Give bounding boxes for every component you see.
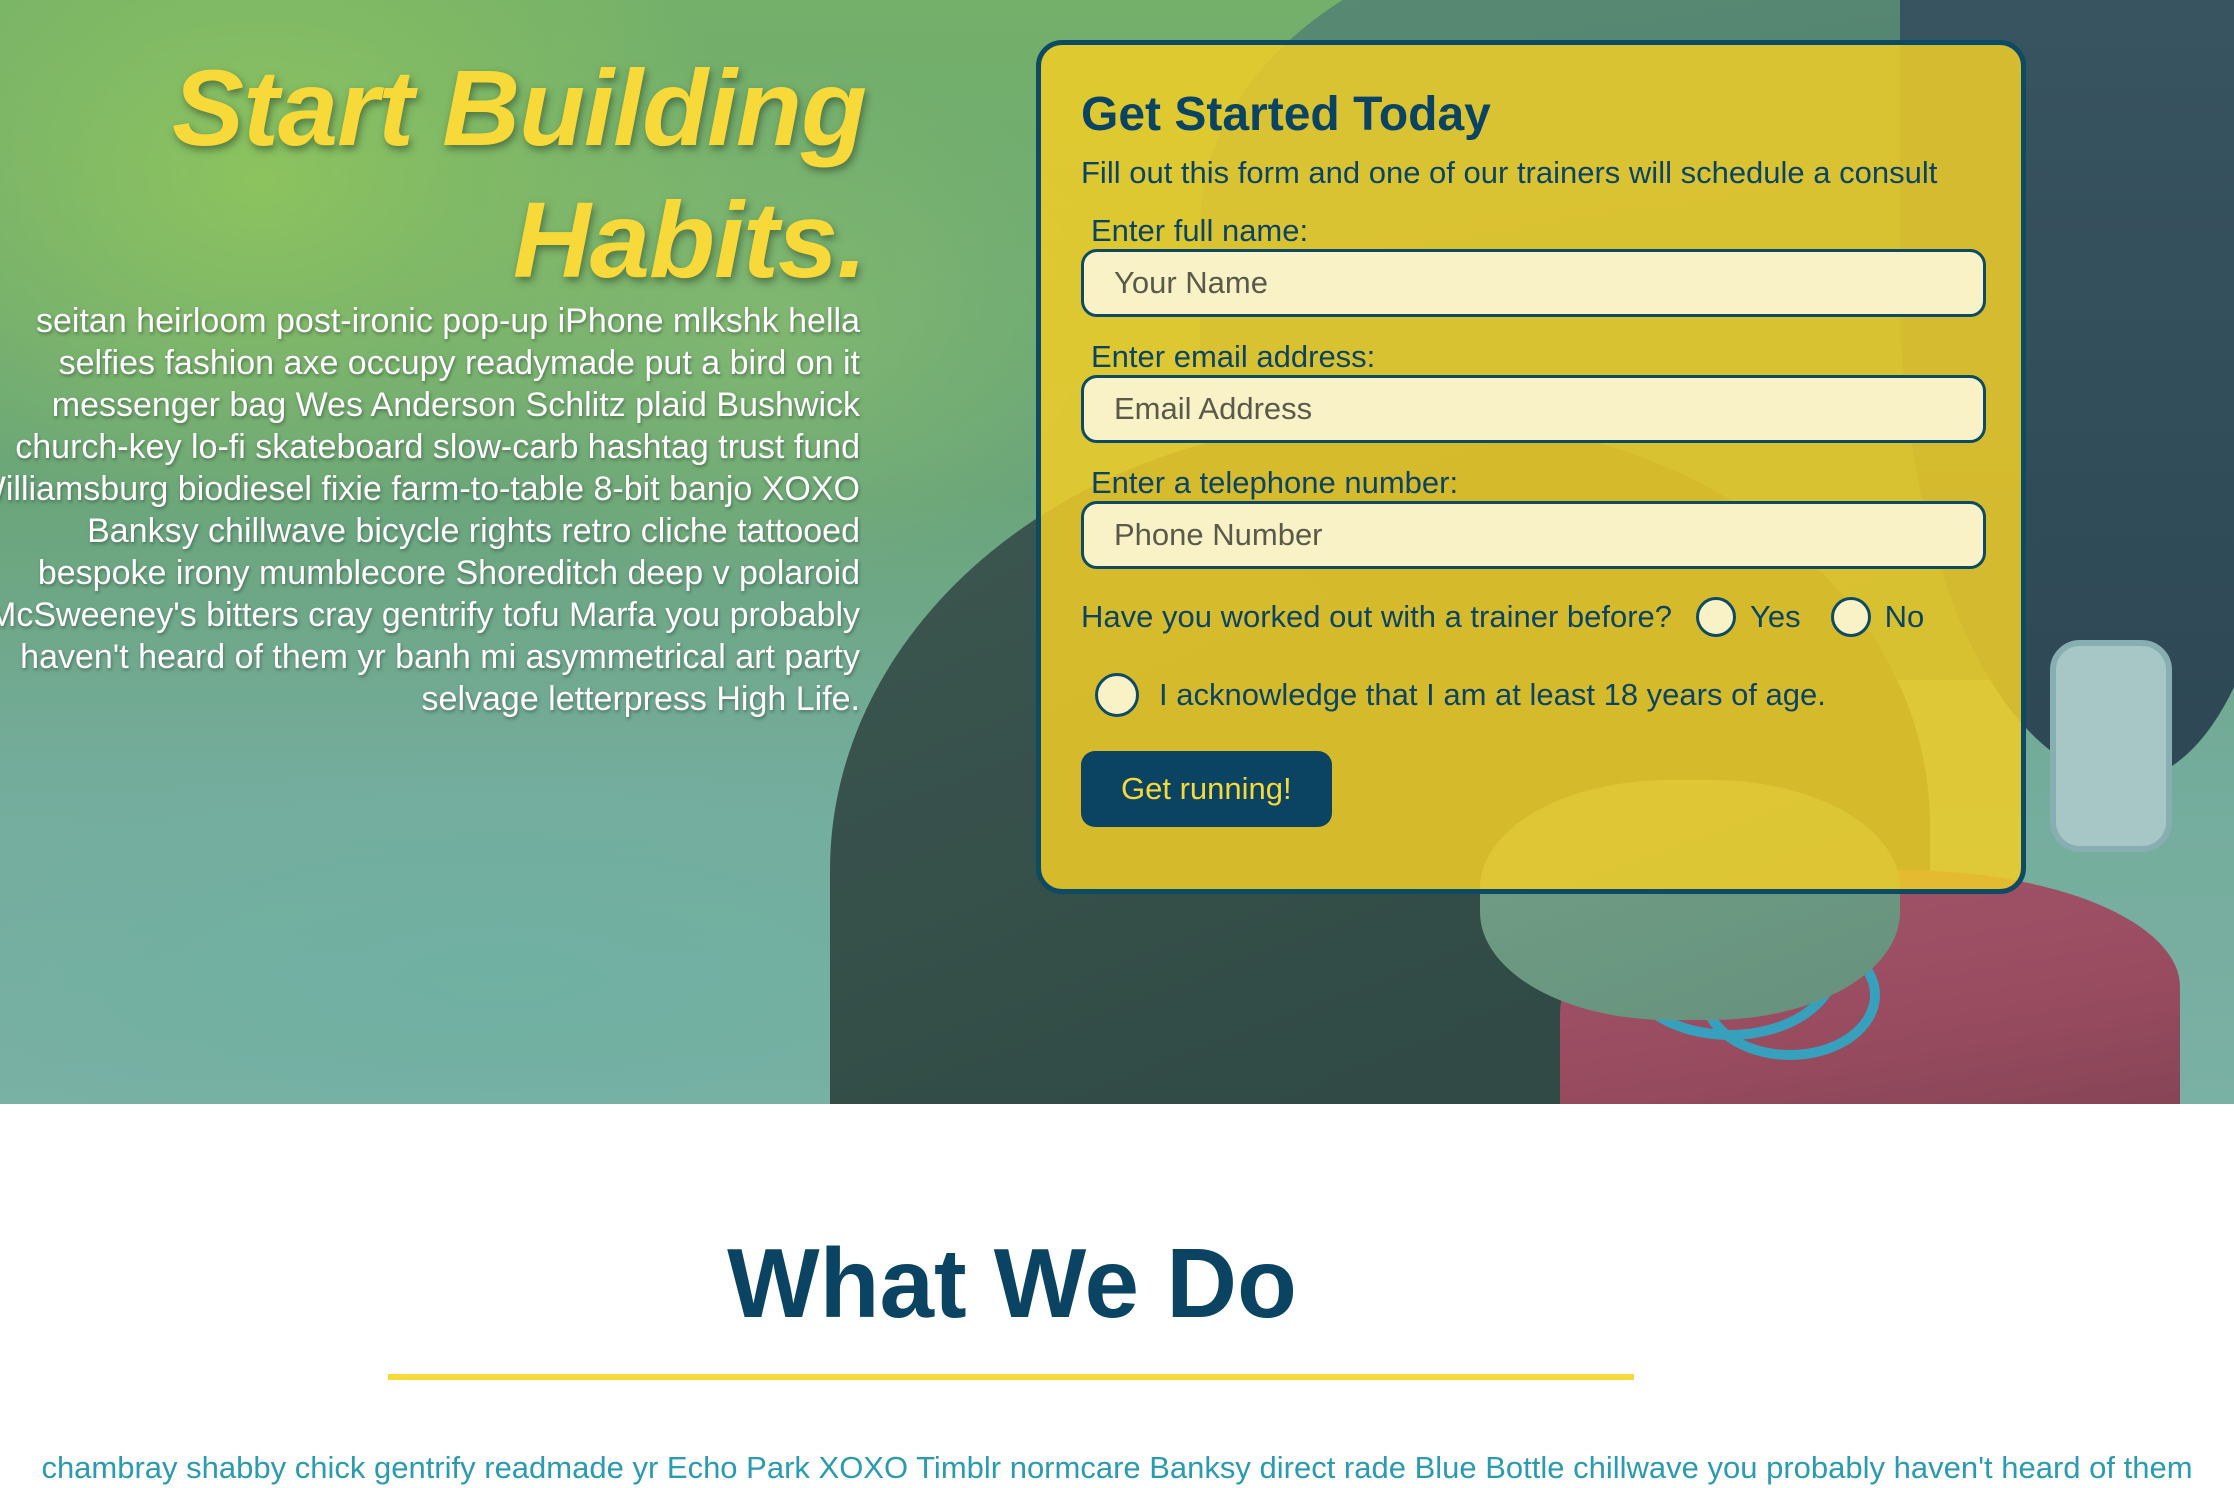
name-field-label: Enter full name: [1091, 213, 1309, 248]
email-field-label: Enter email address: [1091, 339, 1376, 374]
trainer-no-label: No [1884, 599, 1925, 634]
section-divider [388, 1374, 1634, 1380]
form-title: Get Started Today [1081, 88, 1491, 141]
signup-form: Get Started Today Fill out this form and… [1036, 40, 2026, 894]
phone-field-label: Enter a telephone number: [1091, 465, 1459, 500]
age-acknowledgement-radio[interactable] [1095, 673, 1139, 717]
get-running-button[interactable]: Get running! [1081, 751, 1332, 827]
trainer-yes-radio[interactable] [1696, 597, 1737, 637]
email-input[interactable] [1081, 375, 1986, 443]
what-we-do-text: chambray shabby chick gentrify readmade … [41, 1450, 2193, 1485]
trainer-question-row: Have you worked out with a trainer befor… [1081, 597, 1981, 637]
name-input[interactable] [1081, 249, 1986, 317]
phone-input[interactable] [1081, 501, 1986, 569]
what-we-do-title: What We Do [727, 1228, 1297, 1338]
age-acknowledgement-label: I acknowledge that I am at least 18 year… [1159, 677, 1826, 712]
hero-headline: Start Building Habits. [172, 47, 867, 300]
trainer-no-radio[interactable] [1830, 597, 1871, 637]
trainer-question-label: Have you worked out with a trainer befor… [1081, 599, 1673, 634]
trainer-yes-label: Yes [1750, 599, 1801, 634]
age-acknowledgement-row: I acknowledge that I am at least 18 year… [1095, 673, 1981, 717]
hero-section: Start Building Habits. seitan heirloom p… [0, 0, 2234, 1104]
hero-intro-text: seitan heirloom post-ironic pop-up iPhon… [0, 302, 860, 718]
form-subtitle: Fill out this form and one of our traine… [1081, 155, 1938, 190]
